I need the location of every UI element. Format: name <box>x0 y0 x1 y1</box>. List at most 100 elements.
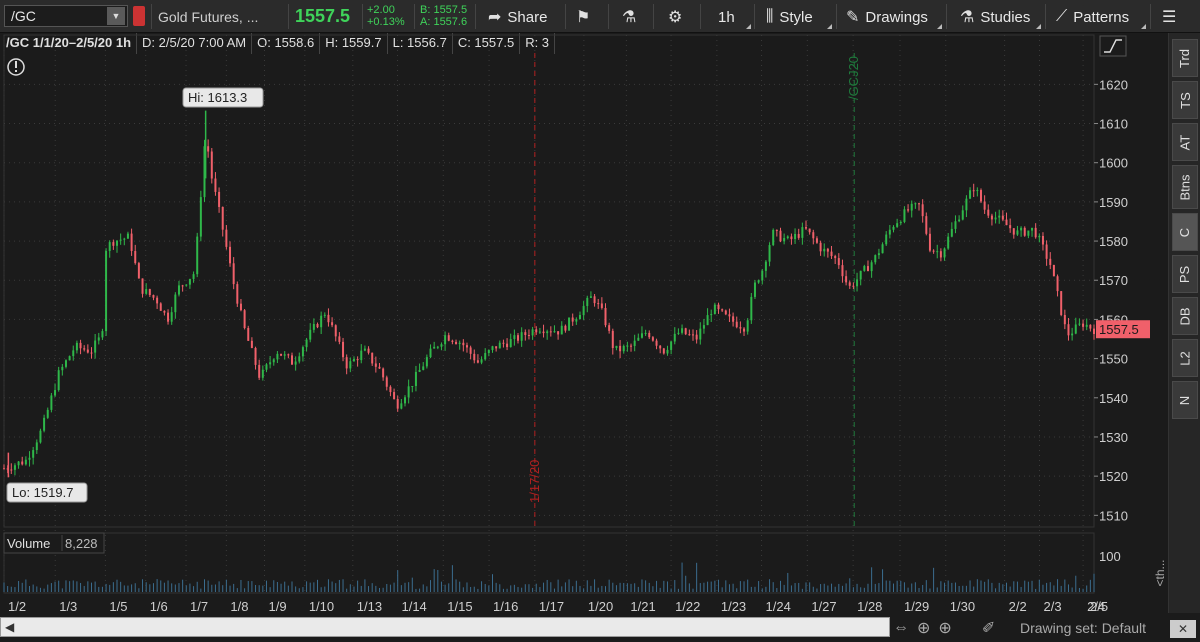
share-button[interactable]: ➦ Share <box>488 6 547 28</box>
interval-button[interactable]: 1h <box>718 6 735 28</box>
studies-label: Studies <box>980 8 1031 26</box>
candle-body <box>64 360 67 367</box>
candle-body <box>276 353 279 360</box>
side-tab-label: L2 <box>1177 350 1193 366</box>
scroll-left-icon[interactable]: ◀ <box>5 620 14 634</box>
candle-body <box>258 364 261 378</box>
symbol-link-flag-icon[interactable] <box>133 6 145 26</box>
candle-body <box>265 364 268 370</box>
divider <box>288 4 289 29</box>
price-chart[interactable]: 1/17/20/GCJ20 1620 1610 1600 1590 1580 1570 15… <box>0 33 1168 617</box>
candle-body <box>174 294 177 313</box>
side-tab-db[interactable]: DB <box>1172 297 1198 335</box>
share-label: Share <box>507 8 548 26</box>
lab-button[interactable]: ⚗ <box>622 6 642 28</box>
menu-button[interactable]: ☰ <box>1162 6 1182 28</box>
pan-icon[interactable]: ⇔ <box>893 619 909 637</box>
candle-body <box>691 334 694 336</box>
side-tab-btns[interactable]: Btns <box>1172 165 1198 209</box>
candle-body <box>24 459 27 465</box>
candle-body <box>772 229 775 246</box>
candle-body <box>108 242 111 251</box>
zoom-icon[interactable]: ⊕ <box>938 618 951 638</box>
candle-body <box>611 330 614 349</box>
candle-body <box>1038 235 1041 238</box>
volume-tick-label: 100 <box>1099 549 1121 564</box>
candle-body <box>298 356 301 362</box>
candle-body <box>918 203 921 205</box>
candle-body <box>352 359 355 362</box>
candle-body <box>425 357 428 367</box>
candle-body <box>972 190 975 192</box>
candle-body <box>710 314 713 316</box>
candle-body <box>39 430 42 443</box>
close-icon[interactable]: ✕ <box>1170 620 1196 638</box>
candle-body <box>509 339 512 348</box>
candle-body <box>739 327 742 329</box>
style-button[interactable]: ⫼ Style <box>766 6 813 28</box>
candle-body <box>152 295 155 298</box>
candle-body <box>732 316 735 322</box>
candle-body <box>1045 244 1048 259</box>
side-tab-c[interactable]: C <box>1172 213 1198 251</box>
percent-change: +0.13% <box>367 16 405 28</box>
drawing-set-label[interactable]: Drawing set: Default <box>1020 620 1146 636</box>
flexible-grid-button[interactable]: ⚑ <box>576 6 596 28</box>
candle-body <box>239 303 242 311</box>
symbol-text[interactable]: /GC <box>5 8 107 24</box>
candle-body <box>947 236 950 249</box>
candle-body <box>356 359 359 361</box>
drawings-label: Drawings <box>865 8 928 26</box>
date-tick-label: 1/23 <box>721 599 746 614</box>
candle-body <box>721 309 724 311</box>
last-price: 1557.5 <box>295 6 351 26</box>
candle-body <box>312 324 315 330</box>
candle-body <box>57 370 60 391</box>
candle-body <box>979 190 982 202</box>
chart-style-toggle[interactable] <box>1099 35 1127 57</box>
candle-body <box>600 303 603 308</box>
date-tick-label: 1/14 <box>401 599 426 614</box>
candle-body <box>455 341 458 344</box>
interval-label: 1h <box>718 8 735 26</box>
candle-body <box>914 203 917 205</box>
price-axis: 1620161016001590158015701560155015401530… <box>1094 77 1150 523</box>
horizontal-scrollbar[interactable]: ◀ <box>0 617 890 637</box>
candle-body <box>608 325 611 331</box>
side-tab-l2[interactable]: L2 <box>1172 339 1198 377</box>
alert-icon[interactable] <box>7 58 25 76</box>
candle-body <box>433 346 436 349</box>
side-tab-trd[interactable]: Trd <box>1172 39 1198 77</box>
candle-body <box>870 262 873 272</box>
candlestick-series <box>3 110 1095 478</box>
crosshair-icon[interactable]: ⊕ <box>917 618 930 638</box>
settings-button[interactable]: ⚙ <box>668 6 688 28</box>
divider <box>653 4 654 29</box>
symbol-dropdown-icon[interactable]: ▼ <box>107 7 125 25</box>
drawings-button[interactable]: ✎ Drawings <box>846 6 928 28</box>
candle-body <box>360 350 363 361</box>
side-tab-n[interactable]: N <box>1172 381 1198 419</box>
date-tick-label: 1/21 <box>630 599 655 614</box>
candle-body <box>290 355 293 365</box>
side-tab-label: C <box>1177 227 1193 237</box>
side-tab-label: DB <box>1177 306 1193 326</box>
candle-body <box>134 251 137 264</box>
candle-body <box>983 201 986 210</box>
price-tick-label: 1580 <box>1099 234 1128 249</box>
candle-body <box>185 284 188 286</box>
side-tab-ts[interactable]: TS <box>1172 81 1198 119</box>
symbol-selector[interactable]: /GC ▼ <box>4 5 128 27</box>
candle-body <box>648 332 651 338</box>
candle-body <box>790 236 793 240</box>
drawing-set-icon[interactable]: ✐ <box>982 618 995 638</box>
candle-body <box>921 204 924 217</box>
candle-body <box>1023 227 1026 236</box>
side-tab-ps[interactable]: PS <box>1172 255 1198 293</box>
candle-body <box>743 328 746 332</box>
studies-button[interactable]: ⚗ Studies <box>960 6 1030 28</box>
candle-body <box>513 335 516 340</box>
side-tab-at[interactable]: AT <box>1172 123 1198 161</box>
flask-icon: ⚗ <box>960 9 975 26</box>
patterns-button[interactable]: ⟋ Patterns <box>1056 6 1129 28</box>
